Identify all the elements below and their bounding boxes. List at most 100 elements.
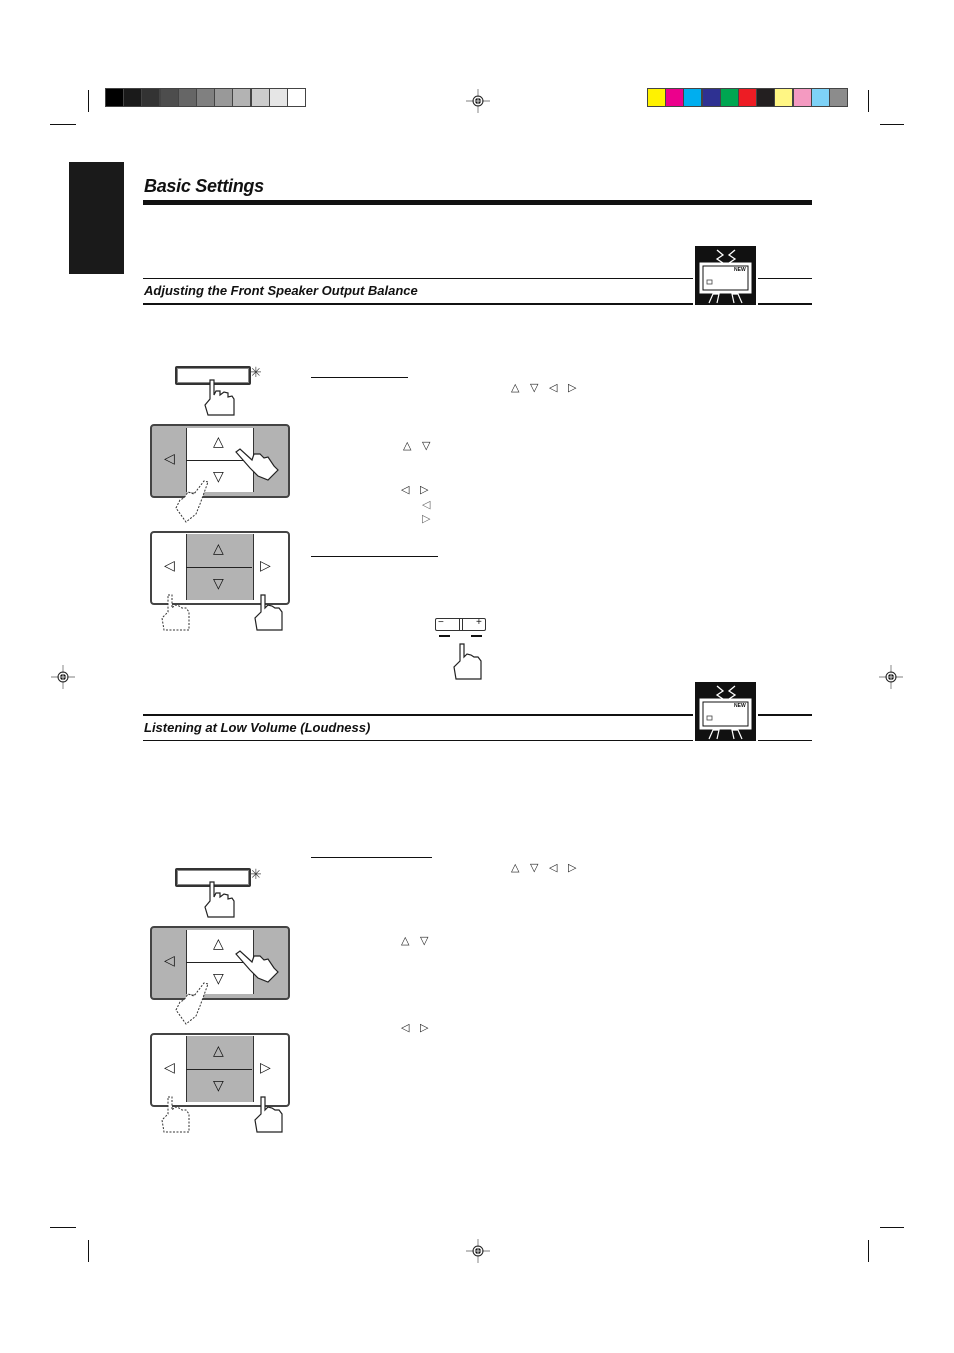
up-arrow-icon: △ (403, 440, 412, 452)
crop-mark (88, 90, 89, 112)
step-underline (311, 377, 408, 378)
rocker-label-bar (439, 635, 450, 637)
step-underline (311, 556, 438, 557)
up-arrow-icon: △ (401, 935, 410, 947)
crop-mark (880, 124, 904, 125)
up-arrow-icon: △ (511, 862, 520, 874)
minus-icon: − (438, 617, 444, 628)
right-arrow-icon: ▷ (568, 862, 577, 874)
color-swatch (792, 88, 812, 107)
pointing-hand-icon (235, 448, 279, 481)
color-swatch (756, 88, 776, 107)
right-arrow-icon: ▷ (260, 557, 271, 573)
page-title: Basic Settings (144, 176, 264, 196)
crop-mark (50, 124, 76, 125)
plus-icon: + (476, 617, 482, 628)
pointing-hand-icon (204, 379, 235, 416)
left-arrow-icon: ◁ (164, 450, 175, 466)
down-arrow-icon: ▽ (422, 440, 431, 452)
section-rule-bottom (143, 740, 693, 741)
color-swatch (683, 88, 703, 107)
left-arrow-icon: ◁ (164, 557, 175, 573)
section-rule-top (758, 714, 812, 716)
section-heading: Adjusting the Front Speaker Output Balan… (144, 283, 418, 298)
left-arrow-icon: ◁ (164, 1059, 175, 1075)
color-swatch (123, 88, 143, 107)
dotted-hand-icon (175, 480, 209, 523)
up-arrow-icon: △ (213, 540, 224, 556)
color-swatch (810, 88, 830, 107)
registration-mark-icon (879, 665, 903, 689)
crop-mark (868, 1240, 869, 1262)
color-swatch (177, 88, 197, 107)
color-swatch (196, 88, 215, 107)
tv-onscreen-icon: NEW (695, 682, 756, 741)
dotted-hand-icon (175, 982, 209, 1025)
section-rule-bottom (758, 740, 812, 741)
step-underline (311, 857, 432, 858)
down-arrow-icon: ▽ (213, 575, 224, 591)
flash-star-icon: ✳ (250, 364, 262, 380)
up-arrow-icon: △ (511, 382, 520, 394)
registration-mark-icon (51, 665, 75, 689)
down-arrow-icon: ▽ (213, 468, 224, 484)
up-arrow-icon: △ (213, 433, 224, 449)
color-swatch (141, 88, 161, 107)
down-arrow-icon: ▽ (530, 862, 539, 874)
right-arrow-icon: ▷ (568, 382, 577, 394)
up-arrow-icon: △ (213, 1042, 224, 1058)
rocker-divider (459, 619, 463, 630)
tv-onscreen-icon: NEW (695, 246, 756, 305)
crop-mark (88, 1240, 89, 1262)
right-arrow-icon: ▷ (422, 513, 431, 525)
crop-mark (868, 90, 869, 112)
left-arrow-icon: ◁ (549, 862, 558, 874)
flash-star-icon: ✳ (250, 866, 262, 882)
left-arrow-icon: ◁ (401, 1022, 410, 1034)
right-arrow-icon: ▷ (260, 1059, 271, 1075)
left-arrow-icon: ◁ (164, 952, 175, 968)
color-swatch (829, 88, 848, 107)
section-rule-bottom (143, 303, 693, 305)
color-swatch (287, 88, 306, 107)
rocker-label-bar (471, 635, 482, 637)
crop-mark (50, 1227, 76, 1228)
color-swatch (701, 88, 721, 107)
down-arrow-icon: ▽ (530, 382, 539, 394)
down-arrow-icon: ▽ (213, 970, 224, 986)
dotted-hand-icon (161, 594, 190, 631)
language-tab (69, 162, 124, 274)
color-swatch (738, 88, 757, 107)
color-swatch (665, 88, 685, 107)
volume-rocker-illustration: − + (435, 617, 486, 631)
right-arrow-icon: ▷ (420, 1022, 429, 1034)
section-heading: Listening at Low Volume (Loudness) (144, 720, 371, 735)
color-swatch (159, 88, 179, 107)
pointing-hand-icon (453, 643, 482, 680)
pad-divider (186, 1069, 252, 1070)
color-swatch (774, 88, 794, 107)
left-arrow-icon: ◁ (549, 382, 558, 394)
down-arrow-icon: ▽ (213, 1077, 224, 1093)
color-swatch (105, 88, 124, 107)
tv-badge-label: NEW (734, 267, 746, 273)
section-rule-bottom (758, 303, 812, 305)
pointing-hand-icon (235, 950, 279, 983)
pointing-hand-icon (254, 594, 283, 631)
color-swatch (647, 88, 666, 107)
up-arrow-icon: △ (213, 935, 224, 951)
color-swatch (719, 88, 739, 107)
section-rule-top (143, 278, 693, 279)
color-swatch (268, 88, 288, 107)
registration-mark-icon (466, 1239, 490, 1263)
color-swatch (250, 88, 270, 107)
dotted-hand-icon (161, 1096, 190, 1133)
pad-divider (186, 567, 252, 568)
registration-mark-icon (466, 89, 490, 113)
left-arrow-icon: ◁ (401, 484, 410, 496)
section-rule-top (143, 714, 693, 716)
pointing-hand-icon (254, 1096, 283, 1133)
pointing-hand-icon (204, 881, 235, 918)
tv-badge-label: NEW (734, 703, 746, 709)
color-swatch (214, 88, 234, 107)
